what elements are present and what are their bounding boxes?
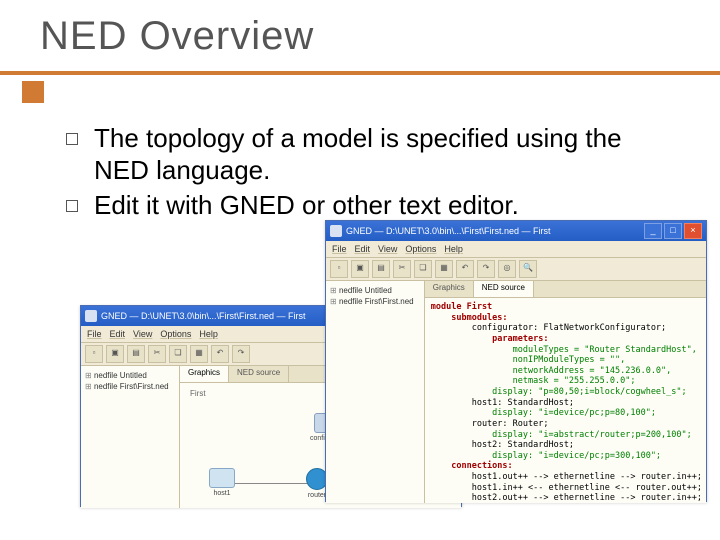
- canvas-label: First: [190, 389, 206, 398]
- slide-title: NED Overview: [40, 14, 720, 59]
- ned-line: parameters:: [431, 334, 549, 344]
- menu-help[interactable]: Help: [199, 329, 218, 339]
- titlebar: GNED — D:\UNET\3.0\bin\...\First\First.n…: [326, 221, 706, 241]
- bullet-2-text: Edit it with GNED or other text editor.: [94, 190, 519, 220]
- menu-file[interactable]: File: [87, 329, 102, 339]
- copy-icon[interactable]: ❏: [414, 260, 432, 278]
- content-row: nedfile Untitled nedfile First\First.ned…: [326, 281, 706, 503]
- ned-line: connections:: [431, 461, 513, 471]
- ned-line: router: Router;: [431, 419, 549, 429]
- ned-line: display: "i=abstract/router;p=200,100";: [431, 430, 692, 440]
- menu-edit[interactable]: Edit: [355, 244, 371, 254]
- bullet-marker-icon: [66, 133, 78, 145]
- save-icon[interactable]: ▤: [372, 260, 390, 278]
- cut-icon[interactable]: ✂: [148, 345, 166, 363]
- slide: NED Overview The topology of a model is …: [0, 0, 720, 540]
- tree-pane: nedfile Untitled nedfile First\First.ned: [81, 366, 180, 508]
- minimize-button[interactable]: _: [644, 223, 662, 239]
- gned-window-source: GNED — D:\UNET\3.0\bin\...\First\First.n…: [325, 220, 707, 502]
- editor-tabs: Graphics NED source: [425, 281, 706, 298]
- tree-item[interactable]: nedfile First\First.ned: [85, 381, 175, 392]
- title-area: NED Overview: [0, 0, 720, 75]
- ned-line: nonIPModuleTypes = "",: [431, 355, 625, 365]
- tab-graphics[interactable]: Graphics: [425, 281, 474, 297]
- menu-view[interactable]: View: [378, 244, 397, 254]
- titlebar-buttons: _ □ ×: [644, 223, 702, 239]
- open-icon[interactable]: ▣: [106, 345, 124, 363]
- ned-line: host2: StandardHost;: [431, 440, 574, 450]
- open-icon[interactable]: ▣: [351, 260, 369, 278]
- node-host1[interactable]: host1: [205, 468, 239, 497]
- body-area: The topology of a model is specified usi…: [0, 75, 720, 222]
- new-icon[interactable]: ▫: [330, 260, 348, 278]
- app-icon: [330, 225, 342, 237]
- bullet-2: Edit it with GNED or other text editor.: [64, 190, 660, 222]
- menu-options[interactable]: Options: [405, 244, 436, 254]
- tab-graphics[interactable]: Graphics: [180, 366, 229, 382]
- undo-icon[interactable]: ↶: [211, 345, 229, 363]
- tab-nedsource[interactable]: NED source: [229, 366, 289, 382]
- redo-icon[interactable]: ↷: [232, 345, 250, 363]
- pc-icon: [209, 468, 235, 488]
- ned-source-editor[interactable]: module First submodules: configurator: F…: [425, 298, 706, 503]
- new-icon[interactable]: ▫: [85, 345, 103, 363]
- ned-line: netmask = "255.255.0.0";: [431, 376, 636, 386]
- ned-line: submodules:: [431, 313, 508, 323]
- screenshots-area: GNED — D:\UNET\3.0\bin\...\First\First.n…: [0, 240, 720, 540]
- tree-item[interactable]: nedfile Untitled: [85, 370, 175, 381]
- ned-line: host1.in++ <-- ethernetline <-- router.o…: [431, 483, 702, 493]
- cut-icon[interactable]: ✂: [393, 260, 411, 278]
- menubar: File Edit View Options Help: [326, 241, 706, 258]
- main-pane: Graphics NED source module First submodu…: [425, 281, 706, 503]
- menu-edit[interactable]: Edit: [110, 329, 126, 339]
- undo-icon[interactable]: ↶: [456, 260, 474, 278]
- tree-item[interactable]: nedfile Untitled: [330, 285, 420, 296]
- accent-square: [22, 81, 44, 103]
- paste-icon[interactable]: ▦: [435, 260, 453, 278]
- menu-file[interactable]: File: [332, 244, 347, 254]
- bullet-1-text: The topology of a model is specified usi…: [94, 123, 622, 185]
- search-icon[interactable]: 🔍: [519, 260, 537, 278]
- toolbar: ▫ ▣ ▤ ✂ ❏ ▦ ↶ ↷ ◎ 🔍: [326, 258, 706, 281]
- menu-help[interactable]: Help: [444, 244, 463, 254]
- node-label: host1: [205, 490, 239, 497]
- app-icon: [85, 310, 97, 322]
- ned-line: networkAddress = "145.236.0.0",: [431, 366, 672, 376]
- locate-icon[interactable]: ◎: [498, 260, 516, 278]
- ned-line: display: "i=device/pc;p=300,100";: [431, 451, 661, 461]
- ned-line: module First: [431, 302, 492, 312]
- tree-pane: nedfile Untitled nedfile First\First.ned: [326, 281, 425, 503]
- window-title: GNED — D:\UNET\3.0\bin\...\First\First.n…: [346, 226, 644, 236]
- bullet-1: The topology of a model is specified usi…: [64, 123, 660, 186]
- menu-options[interactable]: Options: [160, 329, 191, 339]
- maximize-button[interactable]: □: [664, 223, 682, 239]
- ned-line: moduleTypes = "Router StandardHost",: [431, 345, 697, 355]
- close-button[interactable]: ×: [684, 223, 702, 239]
- bullet-list: The topology of a model is specified usi…: [64, 123, 660, 222]
- tab-nedsource[interactable]: NED source: [474, 281, 534, 297]
- save-icon[interactable]: ▤: [127, 345, 145, 363]
- redo-icon[interactable]: ↷: [477, 260, 495, 278]
- ned-line: configurator: FlatNetworkConfigurator;: [431, 323, 666, 333]
- ned-line: display: "p=80,50;i=block/cogwheel_s";: [431, 387, 687, 397]
- ned-line: host1: StandardHost;: [431, 398, 574, 408]
- bullet-marker-icon: [66, 200, 78, 212]
- tree-item[interactable]: nedfile First\First.ned: [330, 296, 420, 307]
- ned-line: display: "i=device/pc;p=80,100";: [431, 408, 656, 418]
- ned-line: host1.out++ --> ethernetline --> router.…: [431, 472, 702, 482]
- ned-line: host2.out++ --> ethernetline --> router.…: [431, 493, 702, 503]
- paste-icon[interactable]: ▦: [190, 345, 208, 363]
- copy-icon[interactable]: ❏: [169, 345, 187, 363]
- menu-view[interactable]: View: [133, 329, 152, 339]
